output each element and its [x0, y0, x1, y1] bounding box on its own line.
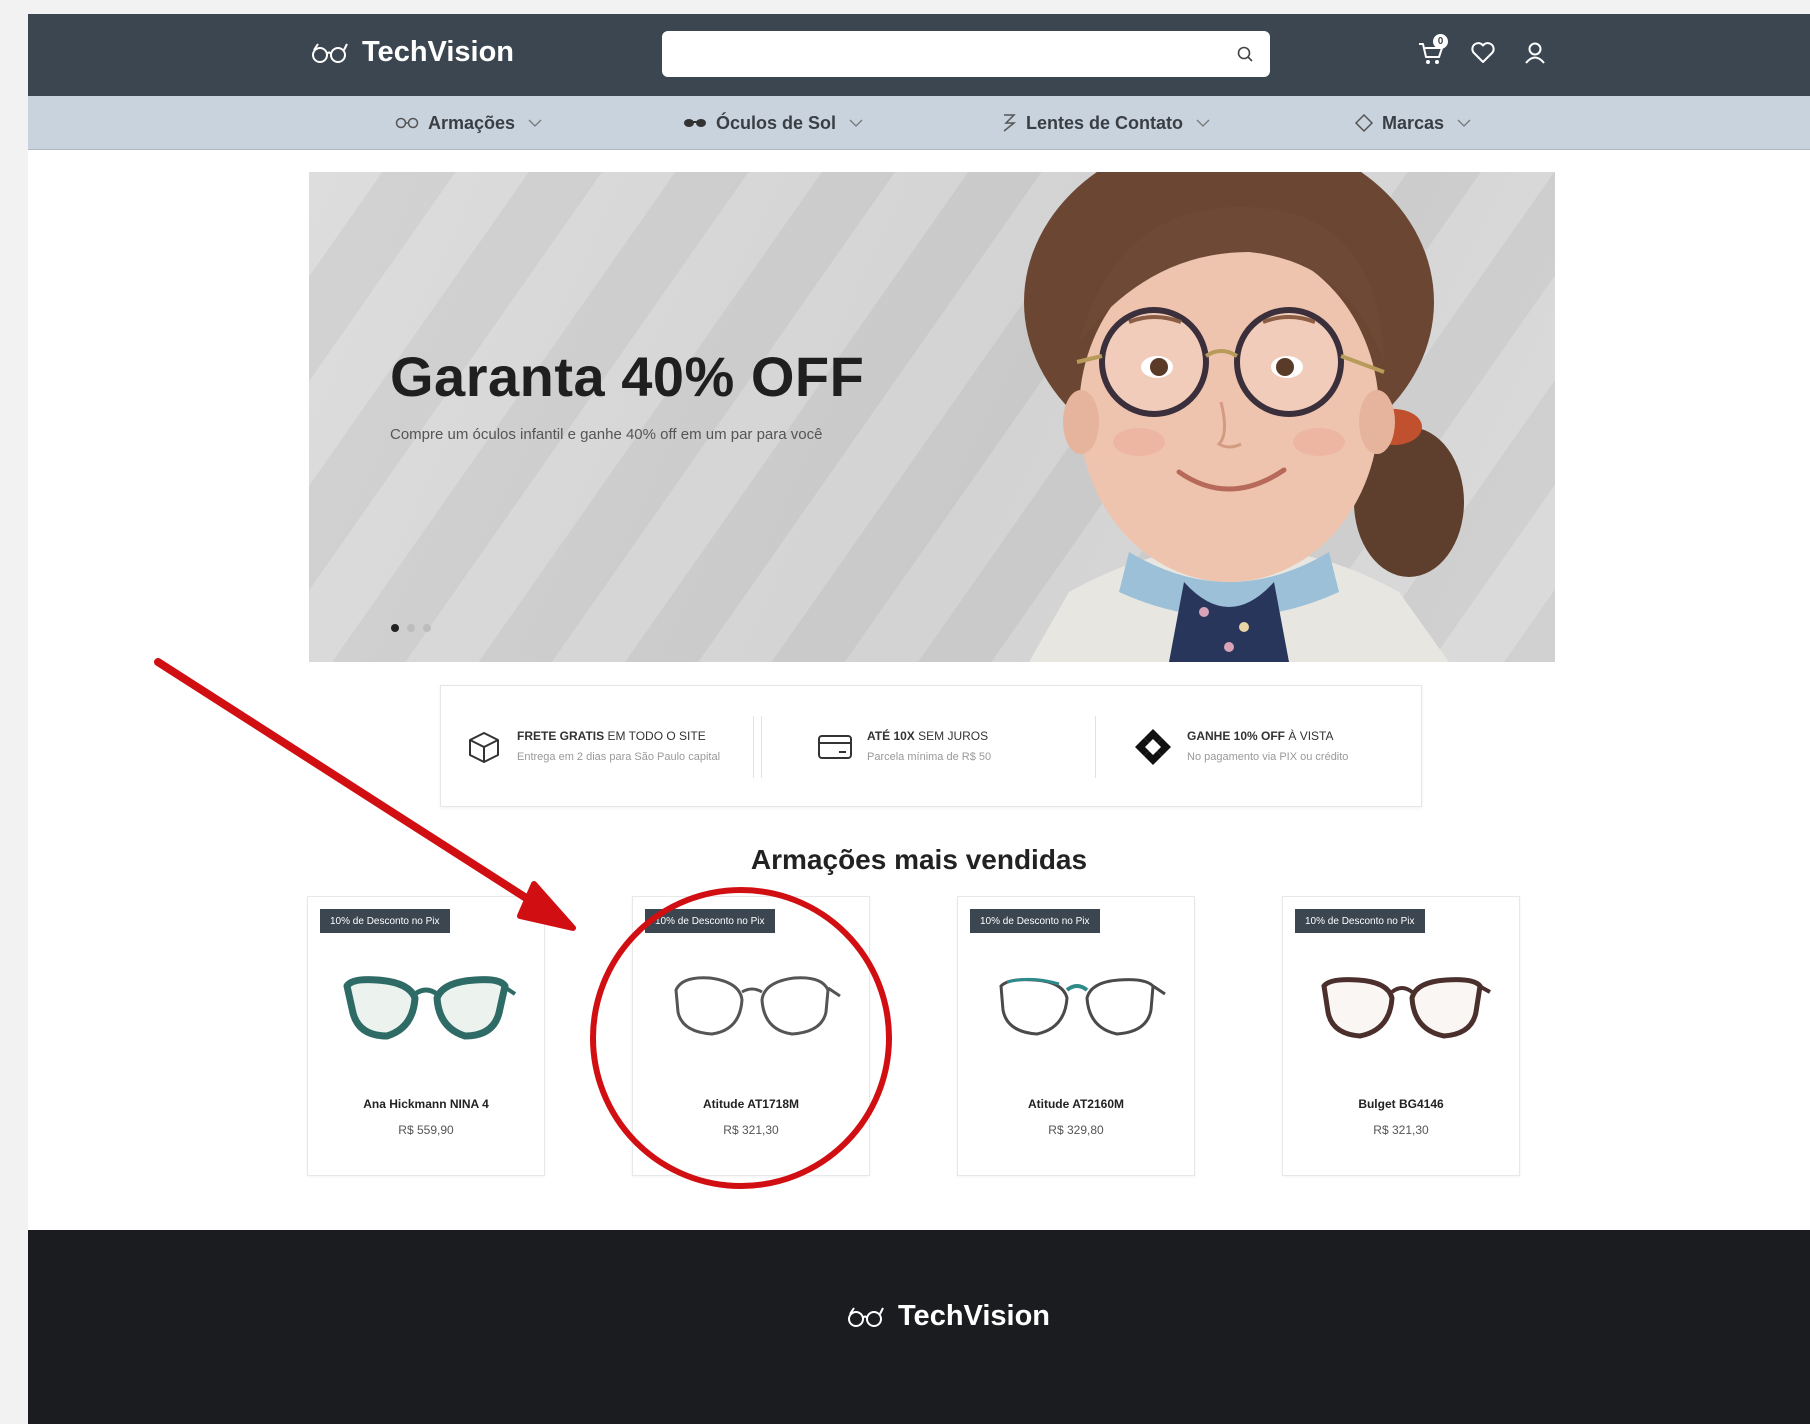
benefit-installments: ATÉ 10X SEM JUROS Parcela mínima de R$ 5…: [817, 686, 1077, 808]
nav-item-lentes-de-contato[interactable]: Lentes de Contato: [1000, 96, 1211, 150]
heart-icon[interactable]: [1466, 36, 1500, 70]
benefits-bar: FRETE GRATIS EM TODO O SITE Entrega em 2…: [440, 685, 1422, 807]
page: TechVision 0 Armações Óculos de Sol Lent…: [28, 14, 1810, 1424]
product-card[interactable]: 10% de Desconto no Pix Atitude AT2160M R…: [957, 896, 1195, 1176]
product-price: R$ 559,90: [398, 1123, 454, 1137]
divider: [1095, 716, 1096, 778]
carousel-dots: [391, 624, 431, 632]
user-icon[interactable]: [1518, 36, 1552, 70]
pix-icon: [1135, 729, 1171, 765]
product-price: R$ 321,30: [1373, 1123, 1429, 1137]
nav-item-label: Óculos de Sol: [716, 112, 837, 133]
section-title: Armações mais vendidas: [750, 844, 1088, 875]
hero-banner[interactable]: Garanta 40% OFF Compre um óculos infanti…: [309, 172, 1555, 662]
benefit-title: FRETE GRATIS EM TODO O SITE: [517, 728, 706, 743]
product-name: Ana Hickmann NINA 4: [363, 1097, 489, 1111]
chevron-down-icon: [1196, 119, 1210, 127]
search-icon[interactable]: [1236, 45, 1254, 63]
pix-discount-badge: 10% de Desconto no Pix: [645, 909, 775, 933]
tag-icon: [1354, 113, 1374, 133]
footer: TechVision: [28, 1230, 1810, 1424]
hero-child-image: [1024, 172, 1464, 662]
product-image: [322, 953, 532, 1053]
divider: [753, 716, 754, 778]
carousel-dot[interactable]: [407, 624, 415, 632]
cat-eye-glasses-image: [343, 976, 517, 1040]
contact-lens-icon: [1003, 114, 1017, 132]
pix-discount-badge: 10% de Desconto no Pix: [970, 909, 1100, 933]
chevron-down-icon: [1457, 119, 1471, 127]
sunglasses-icon: [684, 119, 706, 127]
hero-subtitle: Compre um óculos infantil e ganhe 40% of…: [390, 426, 823, 443]
glasses-logo-icon: [848, 1306, 884, 1327]
product-image: [647, 953, 857, 1053]
cart-count-badge: 0: [1433, 34, 1448, 49]
benefit-free-shipping: FRETE GRATIS EM TODO O SITE Entrega em 2…: [465, 686, 727, 808]
nav-item-oculos-de-sol[interactable]: Óculos de Sol: [682, 96, 864, 150]
box-icon: [469, 732, 499, 763]
nav-item-label: Armações: [428, 112, 516, 133]
chevron-down-icon: [849, 119, 863, 127]
benefit-description: No pagamento via PIX ou crédito: [1187, 750, 1349, 763]
carousel-dot[interactable]: [391, 624, 399, 632]
benefit-title: GANHE 10% OFF À VISTA: [1187, 728, 1334, 743]
product-price: R$ 329,80: [1048, 1123, 1104, 1137]
product-name: Atitude AT2160M: [1027, 1097, 1124, 1111]
product-image: [972, 953, 1182, 1053]
nav-item-marcas[interactable]: Marcas: [1354, 96, 1472, 150]
brand-logo[interactable]: TechVision: [310, 36, 514, 69]
product-image: [1297, 953, 1507, 1053]
glasses-outline-icon: [395, 117, 419, 129]
category-nav: Armações Óculos de Sol Lentes de Contato…: [28, 96, 1810, 150]
search-bar: [662, 31, 1270, 77]
divider: [761, 716, 762, 778]
square-metal-glasses-image: [999, 977, 1166, 1036]
nav-item-label: Lentes de Contato: [1026, 112, 1184, 133]
chevron-down-icon: [528, 119, 542, 127]
benefit-description: Parcela mínima de R$ 50: [867, 750, 992, 763]
product-card[interactable]: 10% de Desconto no Pix Ana Hickmann NINA…: [307, 896, 545, 1176]
nav-item-armacoes[interactable]: Armações: [394, 96, 543, 150]
hero-title: Garanta 40% OFF: [390, 345, 865, 408]
round-metal-glasses-image: [674, 976, 841, 1036]
benefit-pix-discount: GANHE 10% OFF À VISTA No pagamento via P…: [1133, 686, 1397, 808]
footer-brand-name: TechVision: [898, 1300, 1051, 1332]
product-name: Bulget BG4146: [1358, 1097, 1444, 1111]
product-card[interactable]: 10% de Desconto no Pix Bulget BG4146 R$ …: [1282, 896, 1520, 1176]
product-card[interactable]: 10% de Desconto no Pix Atitude AT1718M R…: [632, 896, 870, 1176]
benefit-title: ATÉ 10X SEM JUROS: [867, 728, 989, 743]
pix-discount-badge: 10% de Desconto no Pix: [320, 909, 450, 933]
nav-item-label: Marcas: [1382, 112, 1445, 133]
glasses-logo-icon: [312, 42, 348, 63]
credit-card-icon: [818, 735, 852, 759]
product-name: Atitude AT1718M: [702, 1097, 799, 1111]
product-price: R$ 321,30: [723, 1123, 779, 1137]
brand-name: TechVision: [362, 36, 515, 68]
pix-discount-badge: 10% de Desconto no Pix: [1295, 909, 1425, 933]
cart-icon[interactable]: 0: [1414, 34, 1448, 70]
carousel-dot[interactable]: [423, 624, 431, 632]
benefit-description: Entrega em 2 dias para São Paulo capital: [517, 750, 721, 763]
footer-brand-logo[interactable]: TechVision: [846, 1300, 1050, 1333]
butterfly-glasses-image: [1321, 977, 1491, 1039]
top-header: TechVision 0: [28, 14, 1810, 96]
search-input[interactable]: [662, 31, 1270, 77]
